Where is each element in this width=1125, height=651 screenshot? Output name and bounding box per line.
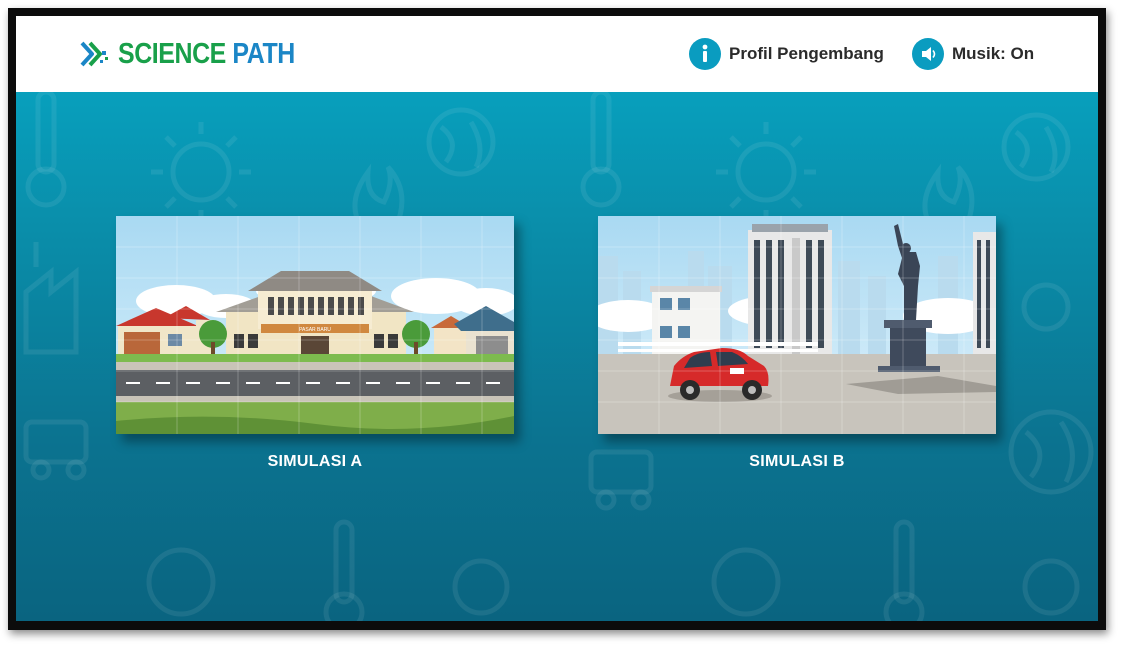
app-title-word1: SCIENCE xyxy=(118,37,226,70)
thermometer-pattern-icon xyxy=(580,92,622,208)
sun-pattern-icon xyxy=(151,122,251,222)
factory-pattern-icon xyxy=(23,242,79,355)
simulation-b-thumbnail[interactable] xyxy=(598,216,996,434)
thermometer-pattern-icon xyxy=(25,92,67,208)
sun-pattern-icon xyxy=(452,558,510,616)
truck-pattern-icon xyxy=(23,419,89,481)
app-screen: SCIENCE PATH Profil Pengembang Musik: On… xyxy=(16,16,1098,621)
info-icon xyxy=(689,38,721,70)
top-bar: SCIENCE PATH Profil Pengembang Musik: On xyxy=(16,16,1098,92)
market-sign-text: PASAR BARU xyxy=(299,327,331,333)
simulation-b-title[interactable]: SIMULASI B xyxy=(598,453,996,471)
sun-pattern-icon xyxy=(1022,558,1080,616)
logo-chevrons-icon xyxy=(80,41,108,67)
sun-pattern-icon xyxy=(1021,282,1071,332)
globe-pattern-icon xyxy=(1008,409,1094,495)
app-title-word2: PATH xyxy=(232,37,295,70)
simulation-a-thumbnail[interactable]: PASAR BARU xyxy=(116,216,514,434)
thermometer-pattern-icon xyxy=(883,519,925,621)
app-title: SCIENCE PATH xyxy=(118,38,295,71)
globe-pattern-icon xyxy=(1001,112,1071,182)
speaker-icon xyxy=(912,38,944,70)
simulation-b-card[interactable]: SIMULASI B xyxy=(598,216,996,470)
profile-developer-button[interactable]: Profil Pengembang xyxy=(689,37,884,71)
globe-pattern-icon xyxy=(711,547,781,617)
music-toggle-button[interactable]: Musik: On xyxy=(912,37,1034,71)
window-frame: SCIENCE PATH Profil Pengembang Musik: On… xyxy=(8,8,1106,630)
app-logo: SCIENCE PATH xyxy=(78,36,324,72)
simulation-a-title[interactable]: SIMULASI A xyxy=(116,453,514,471)
sun-pattern-icon xyxy=(716,122,816,222)
profile-developer-label: Profil Pengembang xyxy=(729,44,884,63)
globe-pattern-icon xyxy=(426,107,496,177)
simulation-a-card[interactable]: PASAR BARU SIMULASI A xyxy=(116,216,514,470)
town-street-illustration: PASAR BARU xyxy=(116,216,514,434)
globe-pattern-icon xyxy=(146,547,216,617)
thermometer-pattern-icon xyxy=(323,519,365,621)
city-monument-illustration xyxy=(598,216,996,434)
music-toggle-label: Musik: On xyxy=(952,44,1035,63)
